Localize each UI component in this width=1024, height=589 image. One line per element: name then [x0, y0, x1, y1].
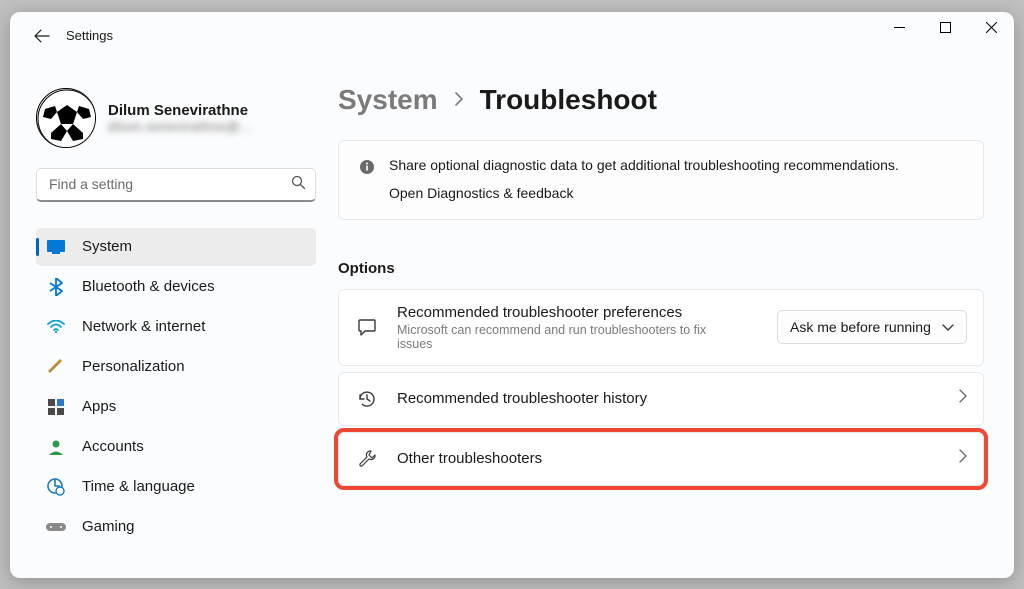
search-input[interactable]	[36, 168, 316, 202]
sidebar-item-bluetooth[interactable]: Bluetooth & devices	[36, 268, 316, 306]
sidebar-item-label: System	[82, 238, 132, 255]
brush-icon	[46, 357, 66, 377]
grid-icon	[46, 397, 66, 417]
window-controls	[876, 12, 1014, 44]
gamepad-icon	[46, 517, 66, 537]
maximize-button[interactable]	[922, 12, 968, 44]
chevron-right-icon	[959, 389, 967, 408]
sidebar-item-label: Bluetooth & devices	[82, 278, 215, 295]
bluetooth-icon	[46, 277, 66, 297]
wrench-icon	[355, 447, 379, 471]
page-title: Troubleshoot	[480, 84, 657, 116]
sidebar-item-personalization[interactable]: Personalization	[36, 348, 316, 386]
breadcrumb-parent[interactable]: System	[338, 84, 438, 116]
globe-clock-icon	[46, 477, 66, 497]
profile-name: Dilum Senevirathne	[108, 102, 252, 119]
person-icon	[46, 437, 66, 457]
search-icon	[291, 175, 306, 195]
back-button[interactable]	[22, 16, 62, 56]
card-title: Other troubleshooters	[397, 450, 941, 467]
monitor-icon	[46, 237, 66, 257]
chevron-down-icon	[942, 319, 954, 335]
sidebar: Dilum Senevirathne dilum.senevirathne@..…	[10, 60, 320, 578]
chevron-right-icon	[959, 449, 967, 468]
open-diagnostics-link[interactable]: Open Diagnostics & feedback	[389, 185, 899, 201]
diagnostics-info-card: Share optional diagnostic data to get ad…	[338, 140, 984, 220]
main-content: System Troubleshoot Share optional diagn…	[320, 60, 1014, 578]
close-button[interactable]	[968, 12, 1014, 44]
sidebar-item-label: Personalization	[82, 358, 185, 375]
info-icon	[359, 159, 375, 180]
recommended-prefs-card[interactable]: Recommended troubleshooter preferences M…	[338, 289, 984, 366]
sidebar-item-network[interactable]: Network & internet	[36, 308, 316, 346]
dropdown-value: Ask me before running	[790, 319, 931, 335]
maximize-icon	[940, 22, 951, 33]
sidebar-item-time-language[interactable]: Time & language	[36, 468, 316, 506]
history-icon	[355, 387, 379, 411]
card-title: Recommended troubleshooter history	[397, 390, 941, 407]
sidebar-item-apps[interactable]: Apps	[36, 388, 316, 426]
prefs-dropdown[interactable]: Ask me before running	[777, 310, 967, 344]
sidebar-item-system[interactable]: System	[36, 228, 316, 266]
chevron-right-icon	[454, 91, 464, 112]
chat-icon	[355, 315, 379, 339]
sidebar-item-label: Time & language	[82, 478, 195, 495]
troubleshooter-history-card[interactable]: Recommended troubleshooter history	[338, 372, 984, 426]
sidebar-item-label: Apps	[82, 398, 116, 415]
other-troubleshooters-card[interactable]: Other troubleshooters	[338, 432, 984, 486]
close-icon	[986, 22, 997, 33]
titlebar: Settings	[10, 12, 1014, 60]
app-title: Settings	[66, 28, 113, 43]
search-wrap	[36, 168, 316, 202]
wifi-icon	[46, 317, 66, 337]
sidebar-item-accounts[interactable]: Accounts	[36, 428, 316, 466]
profile-block[interactable]: Dilum Senevirathne dilum.senevirathne@..…	[36, 88, 320, 148]
card-subtitle: Microsoft can recommend and run troubles…	[397, 323, 727, 351]
arrow-left-icon	[34, 28, 50, 44]
minimize-icon	[894, 22, 905, 33]
sidebar-item-gaming[interactable]: Gaming	[36, 508, 316, 546]
info-banner-text: Share optional diagnostic data to get ad…	[389, 157, 899, 173]
sidebar-nav: System Bluetooth & devices Network & int…	[36, 228, 320, 546]
sidebar-item-label: Network & internet	[82, 318, 205, 335]
minimize-button[interactable]	[876, 12, 922, 44]
avatar	[36, 88, 96, 148]
breadcrumb: System Troubleshoot	[338, 84, 984, 116]
sidebar-item-label: Gaming	[82, 518, 135, 535]
settings-window: Settings	[10, 12, 1014, 578]
card-title: Recommended troubleshooter preferences	[397, 304, 759, 321]
options-heading: Options	[338, 260, 984, 277]
profile-email: dilum.senevirathne@...	[108, 119, 252, 134]
sidebar-item-label: Accounts	[82, 438, 144, 455]
